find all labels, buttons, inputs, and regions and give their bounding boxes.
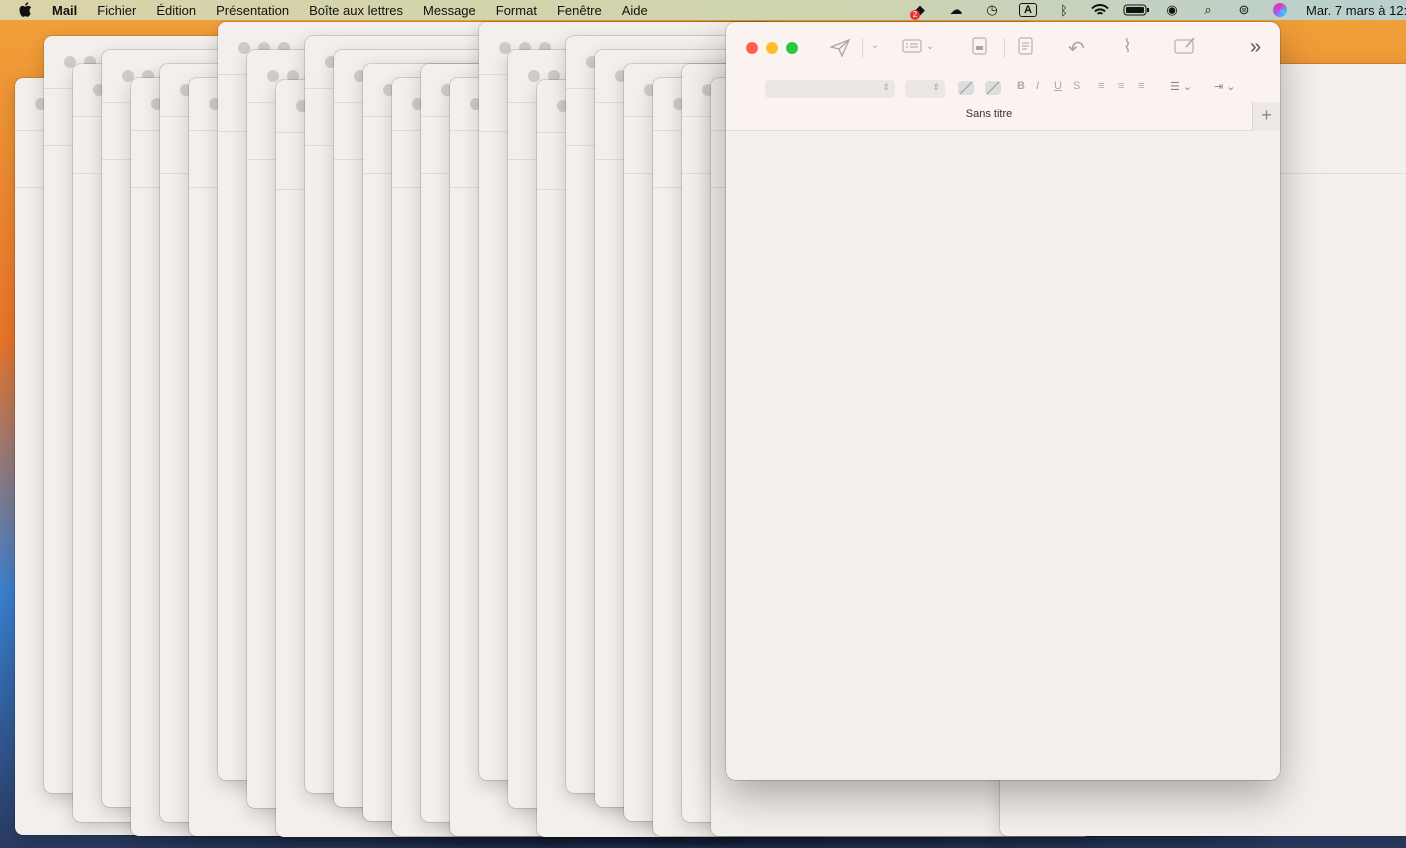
- send-icon[interactable]: [828, 36, 852, 60]
- align-center-icon[interactable]: ≡: [1118, 80, 1124, 92]
- compose-window: ⌄ ⌄ ↶ ⌇ » ⇕ ⇕ B I U S ≡ ≡ ≡ ☰ ⌄ ⇥ ⌄ Sans…: [726, 22, 1280, 780]
- zoom-button[interactable]: [786, 42, 798, 54]
- menu-edition[interactable]: Édition: [146, 3, 206, 18]
- menu-message[interactable]: Message: [413, 3, 486, 18]
- user-icon[interactable]: ◉: [1154, 2, 1190, 18]
- bold-button[interactable]: B: [1017, 80, 1025, 92]
- background-color-swatch[interactable]: [985, 81, 1001, 95]
- menu-fichier[interactable]: Fichier: [87, 3, 146, 18]
- apple-menu-icon[interactable]: [18, 2, 36, 18]
- document-icon[interactable]: [1018, 37, 1033, 55]
- wifi-icon[interactable]: [1082, 3, 1118, 17]
- compose-toolbar: ⌄ ⌄ ↶ ⌇ » ⇕ ⇕ B I U S ≡ ≡ ≡ ☰ ⌄ ⇥ ⌄ Sans…: [726, 22, 1280, 131]
- close-button[interactable]: [746, 42, 758, 54]
- control-center-icon[interactable]: ⊜: [1226, 2, 1262, 18]
- menu-aide[interactable]: Aide: [612, 3, 658, 18]
- reply-icon[interactable]: ↶: [1068, 36, 1085, 61]
- battery-icon[interactable]: [1118, 4, 1154, 16]
- menu-format[interactable]: Format: [486, 3, 547, 18]
- font-size-select[interactable]: ⇕: [905, 80, 945, 98]
- menu-boite-aux-lettres[interactable]: Boîte aux lettres: [299, 3, 413, 18]
- align-right-icon[interactable]: ≡: [1138, 80, 1144, 92]
- strikethrough-button[interactable]: S: [1073, 80, 1080, 92]
- attachment-icon[interactable]: ⌇: [1123, 36, 1132, 57]
- time-machine-icon[interactable]: ◷: [974, 2, 1010, 18]
- spotlight-icon[interactable]: ⌕: [1190, 2, 1226, 18]
- menu-bar: Mail Fichier Édition Présentation Boîte …: [0, 0, 1406, 20]
- compose-title: Sans titre: [965, 108, 1013, 120]
- send-options-chevron-icon[interactable]: ⌄: [869, 40, 881, 51]
- dropbox-icon[interactable]: ◆ 2: [902, 2, 938, 20]
- menu-presentation[interactable]: Présentation: [206, 3, 299, 18]
- more-toolbar-icon[interactable]: »: [1250, 36, 1261, 59]
- input-source-icon[interactable]: A: [1010, 3, 1046, 17]
- dropbox-badge: 2: [910, 10, 920, 20]
- contact-card-icon[interactable]: [972, 37, 987, 55]
- menu-fenetre[interactable]: Fenêtre: [547, 3, 612, 18]
- icloud-icon[interactable]: ☁: [938, 2, 974, 18]
- font-family-select[interactable]: ⇕: [765, 80, 895, 98]
- clock[interactable]: Mar. 7 mars à 12:: [1298, 3, 1406, 18]
- align-left-icon[interactable]: ≡: [1098, 80, 1104, 92]
- markup-icon[interactable]: [1174, 37, 1196, 54]
- text-color-swatch[interactable]: [958, 81, 974, 95]
- underline-button[interactable]: U: [1054, 80, 1062, 92]
- header-fields-icon[interactable]: ⌄: [902, 39, 934, 53]
- menu-app-mail[interactable]: Mail: [42, 3, 87, 18]
- message-body[interactable]: [726, 132, 1280, 780]
- bluetooth-icon[interactable]: ᛒ: [1046, 3, 1082, 18]
- indent-icon[interactable]: ⇥ ⌄: [1214, 80, 1236, 93]
- list-icon[interactable]: ☰ ⌄: [1170, 80, 1192, 93]
- siri-icon[interactable]: [1262, 3, 1298, 17]
- add-button[interactable]: +: [1252, 102, 1280, 131]
- italic-button[interactable]: I: [1036, 80, 1039, 92]
- minimize-button[interactable]: [766, 42, 778, 54]
